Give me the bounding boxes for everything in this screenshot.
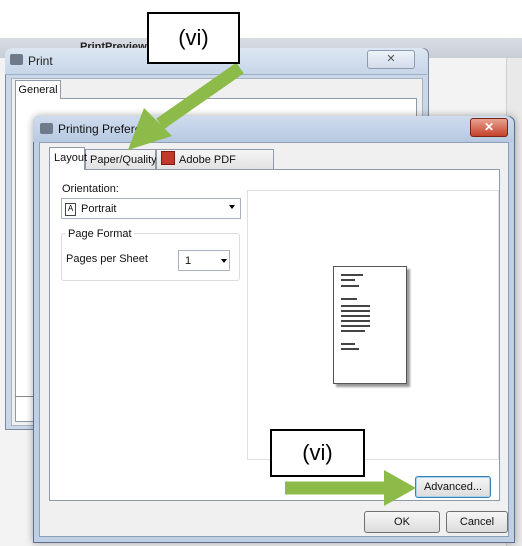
annotation-label-bottom: (vi) (270, 429, 365, 477)
preview-text-line (341, 305, 370, 307)
preview-text-line (341, 330, 365, 332)
preview-text-line (341, 279, 355, 281)
preview-text-line (341, 310, 370, 312)
tab-adobe-pdf-settings[interactable]: Adobe PDF Settings (156, 149, 274, 186)
preview-text-line (341, 325, 370, 327)
portrait-icon: A (65, 203, 76, 216)
tab-layout[interactable]: Layout (49, 147, 88, 170)
orientation-value: Portrait (81, 203, 117, 215)
cancel-button[interactable]: Cancel (446, 511, 508, 533)
pages-per-sheet-value: 1 (185, 255, 192, 267)
preferences-title: Printing Preferences (58, 122, 167, 136)
preview-text-line (341, 315, 370, 317)
chevron-down-icon (221, 259, 227, 263)
preview-text-line (341, 343, 355, 345)
printer-icon (40, 123, 53, 134)
preview-text-line (341, 285, 359, 287)
tab-paper-quality[interactable]: Paper/Quality (85, 149, 157, 169)
tab-layout-label: Layout (54, 152, 88, 164)
print-window-title: Print (28, 54, 53, 68)
annotation-label-top: (vi) (147, 12, 240, 64)
preview-text-line (341, 320, 370, 322)
adobe-pdf-icon (161, 151, 175, 165)
page-format-title: Page Format (66, 228, 134, 240)
tab-paper-quality-label: Paper/Quality (90, 154, 157, 166)
ok-button[interactable]: OK (364, 511, 440, 533)
close-button[interactable]: ✕ (470, 118, 508, 137)
advanced-button[interactable]: Advanced... (415, 476, 491, 498)
chevron-down-icon (229, 205, 235, 209)
preview-text-line (341, 274, 363, 276)
preview-text-line (341, 348, 359, 350)
print-close-button[interactable]: ✕ (367, 50, 415, 69)
pages-per-sheet-label: Pages per Sheet (66, 253, 148, 265)
preview-text-line (341, 298, 357, 300)
printer-icon (10, 54, 23, 65)
tab-general[interactable]: General (15, 80, 61, 99)
orientation-label: Orientation: (62, 183, 119, 195)
